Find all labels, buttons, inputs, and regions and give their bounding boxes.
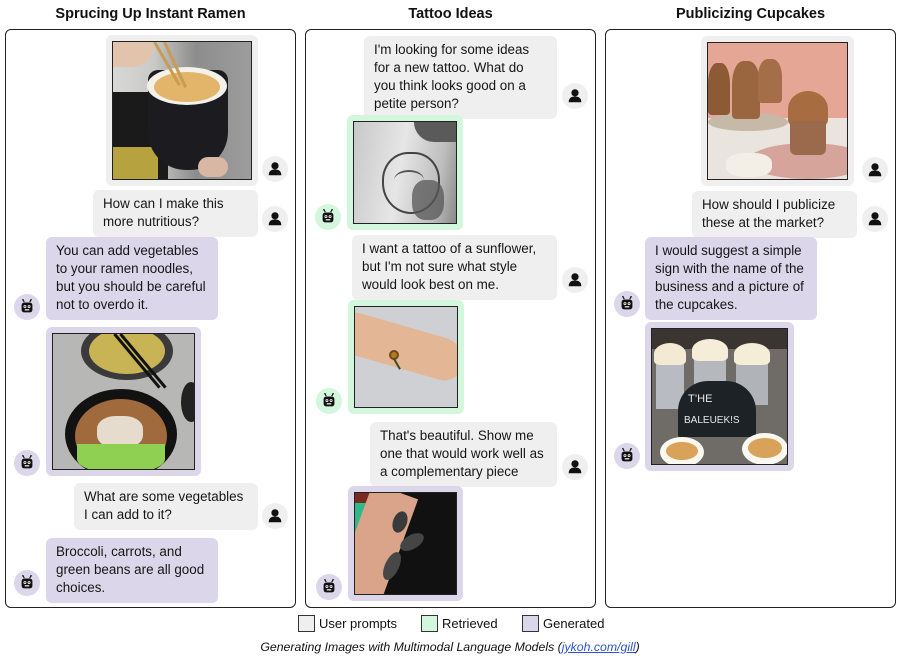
generated-image-bubble [46, 327, 201, 476]
assistant-message: You can add vegetables to your ramen noo… [46, 237, 218, 320]
user-message: That's beautiful. Show me one that would… [370, 422, 557, 487]
bot-avatar [614, 443, 640, 469]
retrieved-image-bubble [347, 115, 463, 230]
user-person-icon [866, 161, 884, 179]
user-prompts-swatch [298, 615, 315, 632]
user-person-icon [566, 87, 584, 105]
user-avatar [862, 206, 888, 232]
robot-icon [319, 208, 337, 226]
assistant-message: Broccoli, carrots, and green beans are a… [46, 538, 218, 603]
legend-user-prompts: User prompts [298, 615, 397, 632]
bot-avatar [14, 294, 40, 320]
caption-text: Generating Images with Multimodal Langua… [260, 640, 562, 654]
generated-image-bubble: T’HE BALEUEK!S [645, 322, 794, 471]
ramen-photo[interactable] [112, 41, 252, 180]
legend-label: Generated [543, 616, 605, 631]
figure-caption: Generating Images with Multimodal Langua… [0, 640, 900, 654]
bot-avatar [316, 388, 342, 414]
chat-panel-cupcakes: How should I publicize these at the mark… [605, 29, 896, 608]
legend-generated: Generated [522, 615, 604, 632]
noodle-bowls-photo[interactable] [52, 333, 195, 470]
robot-icon [18, 454, 36, 472]
panel-title-ramen: Sprucing Up Instant Ramen [55, 6, 246, 22]
assistant-message: I would suggest a simple sign with the n… [645, 237, 817, 320]
user-image-bubble [106, 35, 258, 186]
user-avatar [262, 156, 288, 182]
generated-image-bubble [348, 486, 463, 601]
bot-avatar [315, 204, 341, 230]
user-avatar [262, 206, 288, 232]
user-person-icon [266, 210, 284, 228]
user-avatar [562, 83, 588, 109]
user-person-icon [266, 507, 284, 525]
chat-panel-ramen: How can I make this more nutritious? You… [5, 29, 296, 608]
user-message: How can I make this more nutritious? [93, 190, 258, 237]
user-message: How should I publicize these at the mark… [692, 191, 857, 238]
user-avatar [562, 454, 588, 480]
panel-title-cupcakes: Publicizing Cupcakes [675, 6, 826, 22]
caption-close: ) [635, 640, 640, 654]
user-person-icon [566, 271, 584, 289]
user-image-bubble [701, 36, 854, 186]
user-person-icon [566, 458, 584, 476]
user-avatar [262, 503, 288, 529]
panel-title-tattoo: Tattoo Ideas [408, 6, 493, 22]
market-cupcakes-photo[interactable]: T’HE BALEUEK!S [651, 328, 788, 465]
user-message: What are some vegetables I can add to it… [74, 483, 258, 530]
user-message: I'm looking for some ideas for a new tat… [364, 36, 557, 119]
robot-icon [18, 298, 36, 316]
bot-avatar [14, 570, 40, 596]
retrieved-swatch [421, 615, 438, 632]
legend-retrieved: Retrieved [421, 615, 498, 632]
user-avatar [562, 267, 588, 293]
fox-tattoo-photo[interactable] [353, 121, 457, 224]
legend-label: Retrieved [442, 616, 498, 631]
robot-icon [320, 578, 338, 596]
sunflower-tattoo-photo[interactable] [354, 306, 458, 408]
robot-icon [618, 295, 636, 313]
project-link[interactable]: jykoh.com/gill [562, 640, 636, 654]
robot-icon [320, 392, 338, 410]
leaf-tattoo-photo[interactable] [354, 492, 457, 595]
generated-swatch [522, 615, 539, 632]
robot-icon [618, 447, 636, 465]
sign-text-icon: T’HE [688, 393, 713, 405]
retrieved-image-bubble [348, 300, 464, 414]
legend-label: User prompts [319, 616, 398, 631]
user-person-icon [266, 160, 284, 178]
user-person-icon [866, 210, 884, 228]
cupcakes-photo[interactable] [707, 42, 848, 180]
robot-icon [18, 574, 36, 592]
user-message: I want a tattoo of a sunflower, but I'm … [352, 235, 557, 300]
bot-avatar [614, 291, 640, 317]
user-avatar [862, 157, 888, 183]
chat-panel-tattoo: I'm looking for some ideas for a new tat… [305, 29, 596, 608]
bot-avatar [316, 574, 342, 600]
bot-avatar [14, 450, 40, 476]
